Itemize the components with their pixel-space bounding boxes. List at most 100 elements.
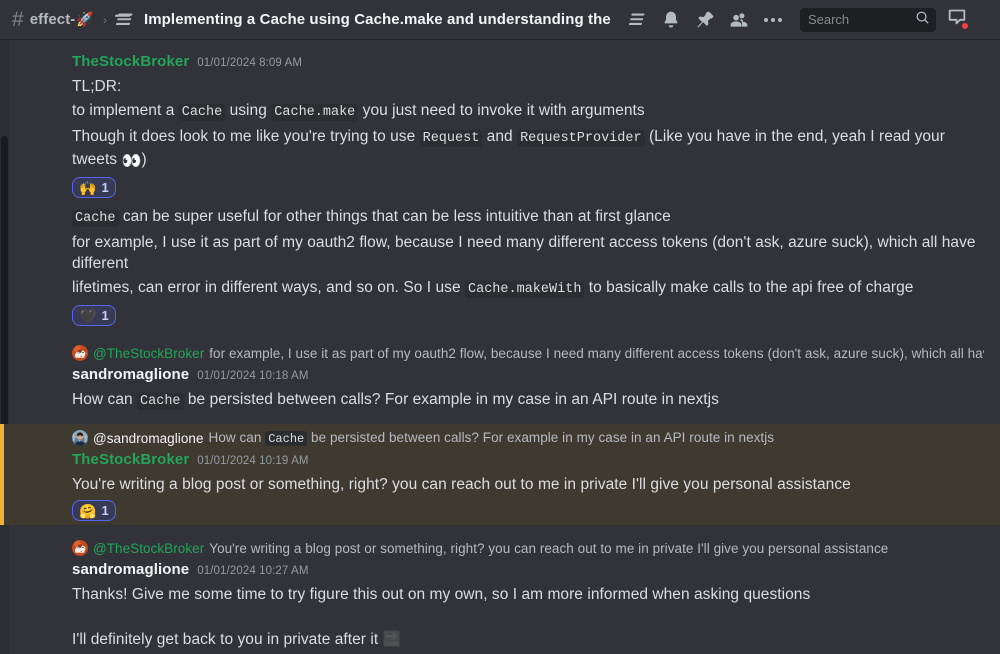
message-list[interactable]: TheStockBroker 01/01/2024 8:09 AM TL;DR: to… xyxy=(0,40,1000,654)
message-text: can be super useful for other things tha… xyxy=(119,208,671,225)
message-line: Thanks! Give me some time to try figure … xyxy=(72,582,984,606)
message-line: Cache can be super useful for other thin… xyxy=(72,204,984,230)
reaction-pill[interactable]: 🙌1 xyxy=(72,177,116,198)
reaction-pill[interactable]: 🤗1 xyxy=(72,500,116,521)
message-text: to implement a xyxy=(72,102,179,119)
message-text: You're writing a blog post or something,… xyxy=(209,541,888,556)
discord-thread-window: # effect-🚀 › Implementing a Cache using … xyxy=(0,0,1000,654)
message-line: I'll definitely get back to you in priva… xyxy=(72,627,984,651)
reaction-bar: 🖤1 xyxy=(72,305,984,326)
inline-code: Cache xyxy=(137,393,184,410)
reply-text: How can Cache be persisted between calls… xyxy=(209,430,775,446)
message-timestamp: 01/01/2024 10:18 AM xyxy=(197,365,308,387)
search-placeholder: Search xyxy=(808,12,915,27)
reply-text: for example, I use it as part of my oaut… xyxy=(209,346,984,361)
threads-icon xyxy=(115,12,135,28)
reply-author[interactable]: @TheStockBroker xyxy=(93,346,204,361)
message[interactable]: @TheStockBroker You're writing a blog pos… xyxy=(0,534,1000,653)
message-line: to implement a Cache using Cache.make yo… xyxy=(72,98,984,124)
messages-container: TheStockBroker 01/01/2024 8:09 AM TL;DR: to… xyxy=(0,49,1000,654)
message[interactable]: TheStockBroker 01/01/2024 8:09 AM TL;DR: to… xyxy=(0,49,1000,202)
message-text: You're writing a blog post or something,… xyxy=(72,476,851,493)
inline-code: RequestProvider xyxy=(517,130,645,147)
custom-emoji-soon: 🔜 xyxy=(383,631,402,648)
reply-avatar xyxy=(72,540,88,556)
message-text: How can xyxy=(209,430,266,445)
message-text: and xyxy=(482,128,517,145)
message-text: I'll definitely get back to you in priva… xyxy=(72,631,383,648)
inline-code: Cache xyxy=(265,431,307,446)
message-text: you just need to invoke it with argument… xyxy=(358,102,644,119)
reply-author[interactable]: @sandromaglione xyxy=(93,431,204,446)
message-author[interactable]: TheStockBroker xyxy=(72,449,189,471)
reaction-bar: 🤗1 xyxy=(72,500,984,521)
search-input[interactable]: Search xyxy=(800,8,936,32)
message-line: for example, I use it as part of my oaut… xyxy=(72,230,984,275)
message-text: for example, I use it as part of my oaut… xyxy=(72,234,980,272)
reply-author[interactable]: @TheStockBroker xyxy=(93,541,204,556)
thread-title: Implementing a Cache using Cache.make an… xyxy=(144,11,614,28)
message-text: Though it does look to me like you're tr… xyxy=(72,128,420,145)
message-header: sandromaglione 01/01/2024 10:18 AM xyxy=(72,364,984,387)
reply-reference[interactable]: @TheStockBroker You're writing a blog pos… xyxy=(72,537,984,559)
message-text: using xyxy=(225,102,271,119)
message-text: lifetimes, can error in different ways, … xyxy=(72,279,465,296)
rocket-icon: 🚀 xyxy=(76,11,94,28)
message-text: ) xyxy=(141,151,146,168)
message[interactable]: @sandromaglione How can Cache be persiste… xyxy=(0,424,1000,525)
pin-icon[interactable] xyxy=(688,3,722,37)
message[interactable]: @TheStockBroker for example, I use it as … xyxy=(0,339,1000,415)
channel-name-label: effect- xyxy=(30,11,76,28)
message-author[interactable]: TheStockBroker xyxy=(72,51,189,73)
inline-code: Cache xyxy=(179,104,226,121)
breadcrumb-separator: › xyxy=(103,13,107,27)
message-timestamp: 01/01/2024 10:19 AM xyxy=(197,450,308,472)
reaction-count: 1 xyxy=(101,180,108,195)
inline-code: Cache xyxy=(72,210,119,227)
reaction-count: 1 xyxy=(101,308,108,323)
inbox-button[interactable] xyxy=(942,5,972,35)
reply-reference[interactable]: @TheStockBroker for example, I use it as … xyxy=(72,342,984,364)
thread-header: # effect-🚀 › Implementing a Cache using … xyxy=(0,0,1000,40)
reaction-bar: 🙌1 xyxy=(72,177,984,198)
reaction-pill[interactable]: 🖤1 xyxy=(72,305,116,326)
message-line: Though it does look to me like you're tr… xyxy=(72,124,984,173)
reaction-emoji: 🙌 xyxy=(79,181,96,195)
inline-code: Request xyxy=(420,130,483,147)
hash-icon: # xyxy=(12,9,24,30)
message-timestamp: 01/01/2024 8:09 AM xyxy=(197,52,302,74)
reply-reference[interactable]: @sandromaglione How can Cache be persiste… xyxy=(72,427,984,449)
channel-name[interactable]: effect-🚀 xyxy=(30,11,94,28)
message-line: How can Cache be persisted between calls… xyxy=(72,387,984,413)
message-text: be persisted between calls? For example … xyxy=(307,430,774,445)
message-text: be persisted between calls? For example … xyxy=(184,391,719,408)
message-body: TheStockBroker 01/01/2024 8:09 AM TL;DR: to… xyxy=(0,51,984,198)
reply-avatar xyxy=(72,345,88,361)
bell-icon[interactable] xyxy=(654,3,688,37)
message-line: TL;DR: xyxy=(72,74,984,98)
reaction-emoji: 🖤 xyxy=(79,309,96,323)
emoji: 👀 xyxy=(121,153,141,170)
inline-code: Cache.makeWith xyxy=(465,281,584,298)
search-icon xyxy=(915,10,930,30)
message-text: to basically make calls to the api free … xyxy=(584,279,913,296)
message-text: for example, I use it as part of my oaut… xyxy=(209,346,984,361)
message-author[interactable]: sandromaglione xyxy=(72,364,189,386)
message-author[interactable]: sandromaglione xyxy=(72,559,189,581)
message-body: sandromaglione01/01/2024 10:27 AMThanks!… xyxy=(0,559,984,651)
message-text: How can xyxy=(72,391,137,408)
members-icon[interactable] xyxy=(722,3,756,37)
message-body: TheStockBroker 01/01/2024 10:19 AM You're … xyxy=(0,449,984,521)
reply-text: You're writing a blog post or something,… xyxy=(209,541,888,556)
more-icon[interactable] xyxy=(756,3,790,37)
message-header: TheStockBroker 01/01/2024 8:09 AM xyxy=(72,51,984,74)
message-body: sandromaglione01/01/2024 10:18 AMHow can… xyxy=(0,364,984,413)
reaction-count: 1 xyxy=(101,503,108,518)
message-line: lifetimes, can error in different ways, … xyxy=(72,275,984,301)
threads-button[interactable] xyxy=(620,3,654,37)
message[interactable]: Cache can be super useful for other thin… xyxy=(0,202,1000,330)
message-text: Thanks! Give me some time to try figure … xyxy=(72,586,810,603)
message-text: TL;DR: xyxy=(72,78,121,95)
reply-avatar xyxy=(72,430,88,446)
message-body: Cache can be super useful for other thin… xyxy=(0,204,984,326)
